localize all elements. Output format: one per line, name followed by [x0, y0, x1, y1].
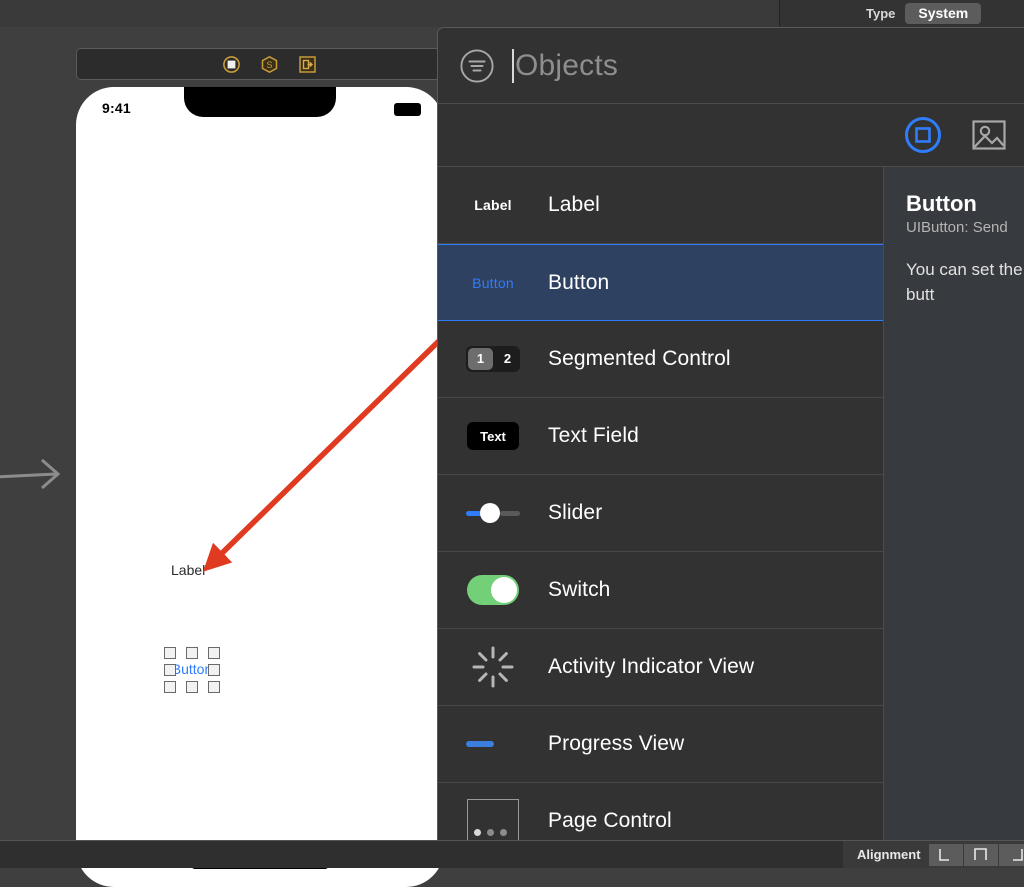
svg-text:S: S: [266, 60, 272, 70]
library-item-label-text: Text Field: [548, 424, 639, 447]
text-field-icon: Text: [438, 422, 548, 450]
media-tab[interactable]: [969, 115, 1009, 155]
resize-handle-middle-left[interactable]: [164, 664, 176, 676]
search-input[interactable]: Objects: [515, 49, 618, 83]
iphone-device-preview[interactable]: 9:41 Label Button: [76, 87, 444, 887]
bottom-bar-left: [0, 840, 843, 868]
library-item-label-text: Page Control: [548, 809, 672, 832]
type-value-popup[interactable]: System: [905, 3, 982, 24]
library-item-label-text: Segmented Control: [548, 347, 731, 370]
detail-title: Button: [906, 191, 977, 216]
object-library-popover[interactable]: Objects Label Label Button Button 1 2 Se…: [437, 27, 1024, 842]
page-control-icon: [438, 799, 548, 841]
status-bar-battery-icon: [394, 103, 421, 116]
progress-view-icon: [438, 741, 548, 747]
search-text-cursor: [512, 48, 514, 83]
align-left-icon[interactable]: [928, 843, 963, 866]
slider-icon: [438, 503, 548, 523]
type-field-label: Type: [866, 6, 896, 21]
switch-icon: [438, 575, 548, 605]
library-item-text-field[interactable]: Text Text Field: [438, 398, 883, 475]
library-item-label-text: Switch: [548, 578, 611, 601]
activity-indicator-icon: [438, 644, 548, 690]
resize-handle-bottom-right[interactable]: [208, 681, 220, 693]
resize-handle-top-left[interactable]: [164, 647, 176, 659]
storyboard-entry-point-arrow: [0, 458, 61, 490]
alignment-label: Alignment: [857, 847, 921, 862]
library-search-bar[interactable]: Objects: [438, 28, 1024, 104]
align-right-icon[interactable]: [998, 843, 1024, 866]
status-bar-time: 9:41: [102, 100, 131, 116]
resize-handle-middle-right[interactable]: [208, 664, 220, 676]
resize-handle-top-center[interactable]: [186, 647, 198, 659]
button-icon: Button: [472, 274, 514, 291]
library-item-segmented-control[interactable]: 1 2 Segmented Control: [438, 321, 883, 398]
library-item-label-text: Activity Indicator View: [548, 655, 755, 678]
library-item-button[interactable]: Button Button: [438, 244, 883, 321]
view-controller-icon[interactable]: [222, 55, 240, 73]
object-library-list[interactable]: Label Label Button Button 1 2 Segmented …: [438, 167, 883, 841]
label-icon: Label: [474, 197, 512, 213]
canvas-label-element[interactable]: Label: [171, 562, 205, 578]
bottom-bar: Alignment: [0, 840, 1024, 868]
scene-dock[interactable]: S: [76, 48, 462, 80]
canvas-button-element-selected[interactable]: Button: [164, 647, 220, 693]
library-item-progress-view[interactable]: Progress View: [438, 706, 883, 783]
resize-handle-top-right[interactable]: [208, 647, 220, 659]
attributes-inspector-type-row[interactable]: Type System: [779, 0, 1024, 27]
library-item-activity-indicator-view[interactable]: Activity Indicator View: [438, 629, 883, 706]
device-notch: [184, 87, 336, 117]
library-item-page-control[interactable]: Page Control: [438, 783, 883, 841]
library-detail-pane: Button UIButton: Send You can set the of…: [883, 167, 1024, 841]
library-item-label-text: Label: [548, 193, 600, 216]
library-item-slider[interactable]: Slider: [438, 475, 883, 552]
resize-handle-bottom-left[interactable]: [164, 681, 176, 693]
detail-subtitle: UIButton: Send: [906, 219, 1008, 236]
resize-handle-bottom-center[interactable]: [186, 681, 198, 693]
library-item-label-text: Slider: [548, 501, 603, 524]
library-item-label[interactable]: Label Label: [438, 167, 883, 244]
library-item-label-text: Progress View: [548, 732, 685, 755]
library-tab-bar[interactable]: [438, 104, 1024, 167]
library-item-switch[interactable]: Switch: [438, 552, 883, 629]
toolbar-strip: [0, 0, 779, 27]
align-top-icon[interactable]: [963, 843, 998, 866]
objects-tab[interactable]: [903, 115, 943, 155]
detail-description: You can set the of a button. for each bu…: [906, 260, 1024, 304]
exit-icon[interactable]: [298, 55, 316, 73]
filter-icon[interactable]: [460, 48, 494, 83]
first-responder-icon[interactable]: S: [261, 55, 278, 73]
alignment-controls[interactable]: Alignment: [843, 840, 1024, 868]
library-item-label-text: Button: [548, 270, 610, 294]
segmented-control-icon: 1 2: [438, 346, 548, 372]
